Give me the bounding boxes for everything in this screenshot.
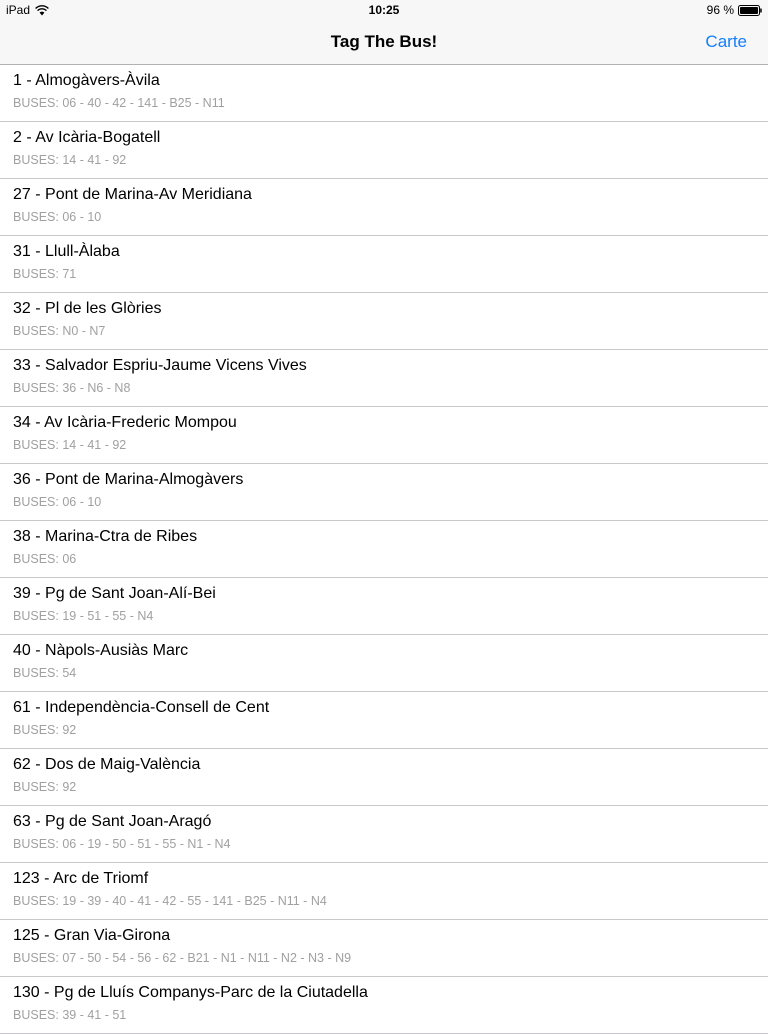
stop-title: 33 - Salvador Espriu-Jaume Vicens Vives [13, 357, 307, 374]
stop-buses: BUSES: 92 [13, 780, 77, 794]
stop-buses: BUSES: 06 - 19 - 50 - 51 - 55 - N1 - N4 [13, 837, 231, 851]
stop-buses: BUSES: 14 - 41 - 92 [13, 153, 127, 167]
stop-buses: BUSES: 06 - 40 - 42 - 141 - B25 - N11 [13, 96, 225, 110]
stop-title: 2 - Av Icària-Bogatell [13, 129, 161, 146]
stop-buses: BUSES: 36 - N6 - N8 [13, 381, 131, 395]
list-item[interactable]: 40 - Nàpols-Ausiàs Marc BUSES: 54 [0, 635, 768, 692]
list-item[interactable]: 38 - Marina-Ctra de Ribes BUSES: 06 [0, 521, 768, 578]
list-item[interactable]: 61 - Independència-Consell de Cent BUSES… [0, 692, 768, 749]
list-item[interactable]: 2 - Av Icària-Bogatell BUSES: 14 - 41 - … [0, 122, 768, 179]
stop-buses: BUSES: 07 - 50 - 54 - 56 - 62 - B21 - N1… [13, 951, 352, 965]
list-item[interactable]: 31 - Llull-Àlaba BUSES: 71 [0, 236, 768, 293]
stop-buses: BUSES: 14 - 41 - 92 [13, 438, 127, 452]
stop-buses: BUSES: 06 - 10 [13, 495, 102, 509]
status-bar: iPad 10:25 96 % [0, 0, 768, 20]
status-right: 96 % [707, 3, 762, 17]
stop-buses: BUSES: 39 - 41 - 51 [13, 1008, 127, 1022]
stop-title: 123 - Arc de Triomf [13, 870, 149, 887]
stop-title: 63 - Pg de Sant Joan-Aragó [13, 813, 212, 830]
stop-title: 61 - Independència-Consell de Cent [13, 699, 270, 716]
stop-title: 31 - Llull-Àlaba [13, 243, 120, 260]
stop-buses: BUSES: 92 [13, 723, 77, 737]
navigation-bar: Tag The Bus! Carte [0, 20, 768, 65]
stop-title: 1 - Almogàvers-Àvila [13, 72, 160, 89]
battery-icon [738, 4, 762, 16]
stop-buses: BUSES: 19 - 39 - 40 - 41 - 42 - 55 - 141… [13, 894, 327, 908]
stop-buses: BUSES: 71 [13, 267, 77, 281]
stop-title: 38 - Marina-Ctra de Ribes [13, 528, 198, 545]
list-item[interactable]: 123 - Arc de Triomf BUSES: 19 - 39 - 40 … [0, 863, 768, 920]
stop-title: 40 - Nàpols-Ausiàs Marc [13, 642, 189, 659]
stop-title: 36 - Pont de Marina-Almogàvers [13, 471, 244, 488]
stop-title: 62 - Dos de Maig-València [13, 756, 201, 773]
stop-buses: BUSES: 54 [13, 666, 77, 680]
stop-title: 130 - Pg de Lluís Companys-Parc de la Ci… [13, 984, 368, 1001]
stop-title: 27 - Pont de Marina-Av Meridiana [13, 186, 252, 203]
carte-button[interactable]: Carte [705, 32, 747, 52]
status-time: 10:25 [368, 3, 400, 17]
list-item[interactable]: 33 - Salvador Espriu-Jaume Vicens Vives … [0, 350, 768, 407]
stop-buses: BUSES: 06 - 10 [13, 210, 102, 224]
list-item[interactable]: 39 - Pg de Sant Joan-Alí-Bei BUSES: 19 -… [0, 578, 768, 635]
list-item[interactable]: 63 - Pg de Sant Joan-Aragó BUSES: 06 - 1… [0, 806, 768, 863]
page-title: Tag The Bus! [330, 32, 438, 51]
stop-title: 32 - Pl de les Glòries [13, 300, 162, 317]
list-item[interactable]: 27 - Pont de Marina-Av Meridiana BUSES: … [0, 179, 768, 236]
stop-title: 125 - Gran Via-Girona [13, 927, 171, 944]
list-item[interactable]: 62 - Dos de Maig-València BUSES: 92 [0, 749, 768, 806]
list-item[interactable]: 34 - Av Icària-Frederic Mompou BUSES: 14… [0, 407, 768, 464]
battery-percent: 96 % [706, 3, 734, 17]
list-item[interactable]: 125 - Gran Via-Girona BUSES: 07 - 50 - 5… [0, 920, 768, 977]
list-item[interactable]: 1 - Almogàvers-Àvila BUSES: 06 - 40 - 42… [0, 65, 768, 122]
list-item[interactable]: 32 - Pl de les Glòries BUSES: N0 - N7 [0, 293, 768, 350]
list-item[interactable]: 36 - Pont de Marina-Almogàvers BUSES: 06… [0, 464, 768, 521]
stop-title: 39 - Pg de Sant Joan-Alí-Bei [13, 585, 216, 602]
stop-title: 34 - Av Icària-Frederic Mompou [13, 414, 237, 431]
stop-buses: BUSES: 19 - 51 - 55 - N4 [13, 609, 154, 623]
bus-stop-list[interactable]: 1 - Almogàvers-Àvila BUSES: 06 - 40 - 42… [0, 65, 768, 1034]
stop-buses: BUSES: 06 [13, 552, 77, 566]
list-item[interactable]: 130 - Pg de Lluís Companys-Parc de la Ci… [0, 977, 768, 1034]
stop-buses: BUSES: N0 - N7 [13, 324, 106, 338]
